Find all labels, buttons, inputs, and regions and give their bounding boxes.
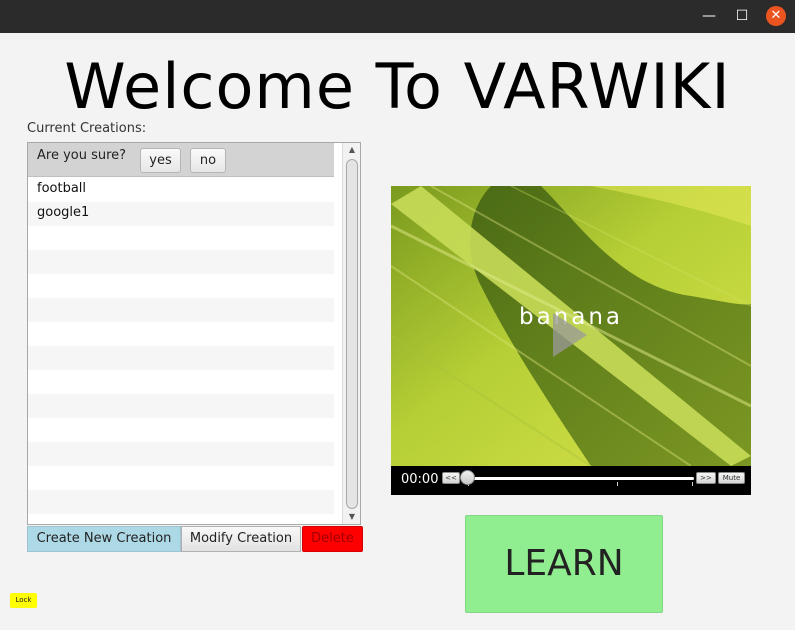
creations-rows: football google1 — [28, 178, 334, 524]
learn-button[interactable]: LEARN — [465, 515, 663, 613]
mute-button[interactable]: Mute — [718, 472, 745, 484]
confirm-question: Are you sure? — [37, 148, 127, 163]
close-icon[interactable]: ✕ — [766, 6, 786, 26]
confirm-no-button[interactable]: no — [190, 148, 226, 173]
maximize-icon[interactable]: ☐ — [732, 6, 752, 26]
seek-knob[interactable] — [460, 470, 475, 485]
scroll-down-icon[interactable]: ▼ — [343, 510, 360, 524]
seek-tick — [692, 482, 693, 486]
creations-list[interactable]: Are you sure? yes no football google1 ▲ ▼ — [27, 142, 361, 525]
list-item[interactable]: google1 — [28, 202, 334, 226]
seek-track[interactable] — [464, 477, 694, 480]
list-item[interactable] — [28, 274, 334, 298]
list-item[interactable] — [28, 346, 334, 370]
fast-forward-button[interactable]: >> — [696, 472, 716, 484]
confirm-yes-button[interactable]: yes — [140, 148, 181, 173]
list-item[interactable] — [28, 250, 334, 274]
video-player[interactable]: banana 00:00 << >> Mute — [391, 186, 751, 495]
page-title: Welcome To VARWIKI — [64, 50, 731, 123]
list-item[interactable] — [28, 394, 334, 418]
video-controls: 00:00 << >> Mute — [391, 466, 751, 495]
rewind-button[interactable]: << — [442, 472, 460, 484]
lock-button[interactable]: Lock — [10, 593, 37, 608]
video-time: 00:00 — [401, 472, 439, 487]
list-item[interactable] — [28, 226, 334, 250]
create-new-creation-button[interactable]: Create New Creation — [27, 526, 181, 552]
scroll-thumb[interactable] — [346, 159, 358, 509]
list-item[interactable] — [28, 490, 334, 514]
list-item[interactable] — [28, 466, 334, 490]
list-item[interactable] — [28, 322, 334, 346]
play-icon[interactable] — [551, 311, 589, 359]
list-item[interactable] — [28, 418, 334, 442]
list-item[interactable] — [28, 298, 334, 322]
list-item[interactable] — [28, 442, 334, 466]
seek-tick — [617, 482, 618, 486]
list-item[interactable] — [28, 370, 334, 394]
delete-button[interactable]: Delete — [302, 526, 363, 552]
list-item[interactable]: football — [28, 178, 334, 202]
current-creations-label: Current Creations: — [27, 121, 147, 136]
list-scrollbar[interactable]: ▲ ▼ — [342, 143, 360, 524]
minimize-icon[interactable]: — — [699, 6, 719, 26]
scroll-up-icon[interactable]: ▲ — [343, 143, 360, 157]
modify-creation-button[interactable]: Modify Creation — [181, 526, 301, 552]
delete-confirm-bar: Are you sure? yes no — [28, 143, 334, 177]
window-titlebar: — ☐ ✕ — [0, 0, 795, 33]
list-item[interactable] — [28, 514, 334, 524]
